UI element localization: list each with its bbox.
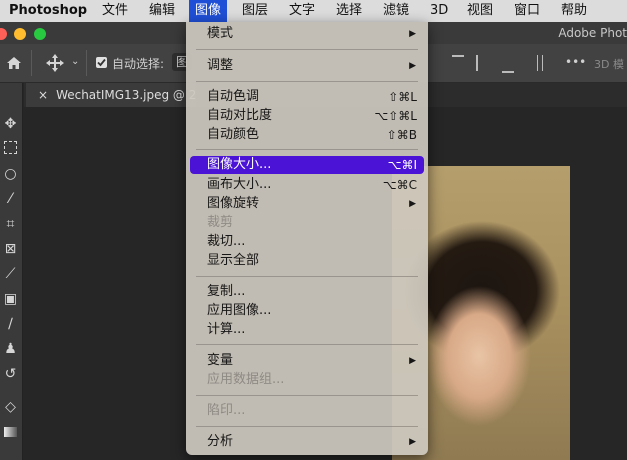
history-brush-icon[interactable]: ↺ xyxy=(2,366,19,383)
menu-separator xyxy=(196,276,418,277)
minimize-window-button[interactable] xyxy=(14,28,26,40)
menu-item-crop: 裁剪 xyxy=(207,215,234,230)
submenu-arrow-icon: ▶ xyxy=(409,199,416,209)
auto-select-checkbox[interactable] xyxy=(96,57,107,68)
separator xyxy=(31,50,32,76)
chevron-down-icon[interactable]: ⌄ xyxy=(71,56,79,67)
move-tool-icon[interactable] xyxy=(45,53,65,73)
menu-item-duplicate[interactable]: 复制... xyxy=(186,283,428,301)
submenu-arrow-icon: ▶ xyxy=(409,61,416,71)
menu-item-auto-color[interactable]: 自动颜色 ⇧⌘B xyxy=(186,126,428,144)
submenu-arrow-icon: ▶ xyxy=(409,437,416,447)
move-tool-icon[interactable]: ✥ xyxy=(2,116,19,133)
menu-item-analysis[interactable]: 分析 ▶ xyxy=(186,433,428,451)
menu-item-apply-image[interactable]: 应用图像... xyxy=(186,302,428,320)
distribute-icon[interactable] xyxy=(537,55,543,71)
menu-window[interactable]: 窗口 xyxy=(508,0,546,22)
menu-item-apply-data-set: 应用数据组... xyxy=(207,372,285,387)
separator xyxy=(86,50,87,76)
menu-image[interactable]: 图像 xyxy=(189,0,228,22)
document-tab-title: WechatIMG13.jpeg @ 2 xyxy=(56,88,196,102)
image-menu-dropdown: 模式 ▶ 调整 ▶ 自动色调 ⇧⌘L 自动对比度 ⌥⇧⌘L 自动颜色 ⇧⌘B 图像大小..… xyxy=(186,22,428,455)
menu-separator xyxy=(196,395,418,396)
menu-view[interactable]: 视图 xyxy=(461,0,499,22)
align-vertical-center-icon[interactable] xyxy=(476,55,490,71)
zoom-window-button[interactable] xyxy=(34,28,46,40)
marquee-tool-icon[interactable] xyxy=(2,141,19,158)
menu-type[interactable]: 文字 xyxy=(283,0,321,22)
eyedropper-icon[interactable]: ⟋ xyxy=(2,266,19,283)
more-options-button[interactable]: ••• xyxy=(565,55,586,69)
tools-panel: ✥ ○ ⁄ ⌗ ⊠ ⟋ ▣ ∕ ♟ ↺ ◇ xyxy=(0,83,23,460)
document-tab[interactable]: × WechatIMG13.jpeg @ 2 xyxy=(26,83,196,107)
lasso-tool-icon[interactable]: ○ xyxy=(2,166,19,183)
window-title: Adobe Phot xyxy=(558,26,627,40)
menu-item-auto-tone[interactable]: 自动色调 ⇧⌘L xyxy=(186,88,428,106)
home-icon[interactable] xyxy=(5,54,23,72)
gradient-tool-icon[interactable] xyxy=(2,425,19,442)
menu-bar: Photoshop 文件 编辑 图像 图层 文字 选择 滤镜 3D 视图 窗口 … xyxy=(0,0,627,22)
healing-brush-icon[interactable]: ▣ xyxy=(2,291,19,308)
menu-separator xyxy=(196,81,418,82)
brush-tool-icon[interactable]: ∕ xyxy=(2,316,19,333)
menu-separator xyxy=(196,426,418,427)
frame-tool-icon[interactable]: ⊠ xyxy=(2,241,19,258)
menu-item-image-size[interactable]: 图像大小... ⌥⌘I xyxy=(190,156,424,174)
auto-select-label: 自动选择: xyxy=(112,57,165,71)
magic-wand-icon[interactable]: ⁄ xyxy=(2,191,19,208)
menu-edit[interactable]: 编辑 xyxy=(143,0,181,22)
menu-item-calculations[interactable]: 计算... xyxy=(186,321,428,339)
menu-item-image-rotation[interactable]: 图像旋转 ▶ xyxy=(186,195,428,213)
menu-item-adjustments[interactable]: 调整 ▶ xyxy=(186,57,428,75)
clone-stamp-icon[interactable]: ♟ xyxy=(2,341,19,358)
menu-separator xyxy=(196,49,418,50)
menu-3d[interactable]: 3D xyxy=(424,0,454,22)
3d-mode-label: 3D 模 xyxy=(594,58,624,71)
app-menu-photoshop[interactable]: Photoshop xyxy=(3,0,93,22)
menu-item-reveal-all[interactable]: 显示全部 xyxy=(186,252,428,270)
menu-select[interactable]: 选择 xyxy=(330,0,368,22)
menu-item-variables[interactable]: 变量 ▶ xyxy=(186,352,428,370)
align-top-icon[interactable] xyxy=(452,55,464,73)
menu-layer[interactable]: 图层 xyxy=(236,0,274,22)
submenu-arrow-icon: ▶ xyxy=(409,356,416,366)
menu-item-canvas-size[interactable]: 画布大小... ⌥⌘C xyxy=(186,176,428,194)
menu-help[interactable]: 帮助 xyxy=(555,0,593,22)
crop-tool-icon[interactable]: ⌗ xyxy=(2,216,19,233)
align-bottom-icon[interactable] xyxy=(502,55,514,73)
menu-item-auto-contrast[interactable]: 自动对比度 ⌥⇧⌘L xyxy=(186,107,428,125)
menu-item-trim[interactable]: 裁切... xyxy=(186,233,428,251)
close-tab-icon[interactable]: × xyxy=(38,88,48,102)
menu-item-mode[interactable]: 模式 ▶ xyxy=(186,25,428,43)
menu-separator xyxy=(196,344,418,345)
eraser-icon[interactable]: ◇ xyxy=(2,399,19,416)
menu-filter[interactable]: 滤镜 xyxy=(377,0,415,22)
submenu-arrow-icon: ▶ xyxy=(409,29,416,39)
menu-separator xyxy=(196,149,418,150)
menu-item-trap: 陷印... xyxy=(207,403,246,418)
menu-file[interactable]: 文件 xyxy=(96,0,134,22)
